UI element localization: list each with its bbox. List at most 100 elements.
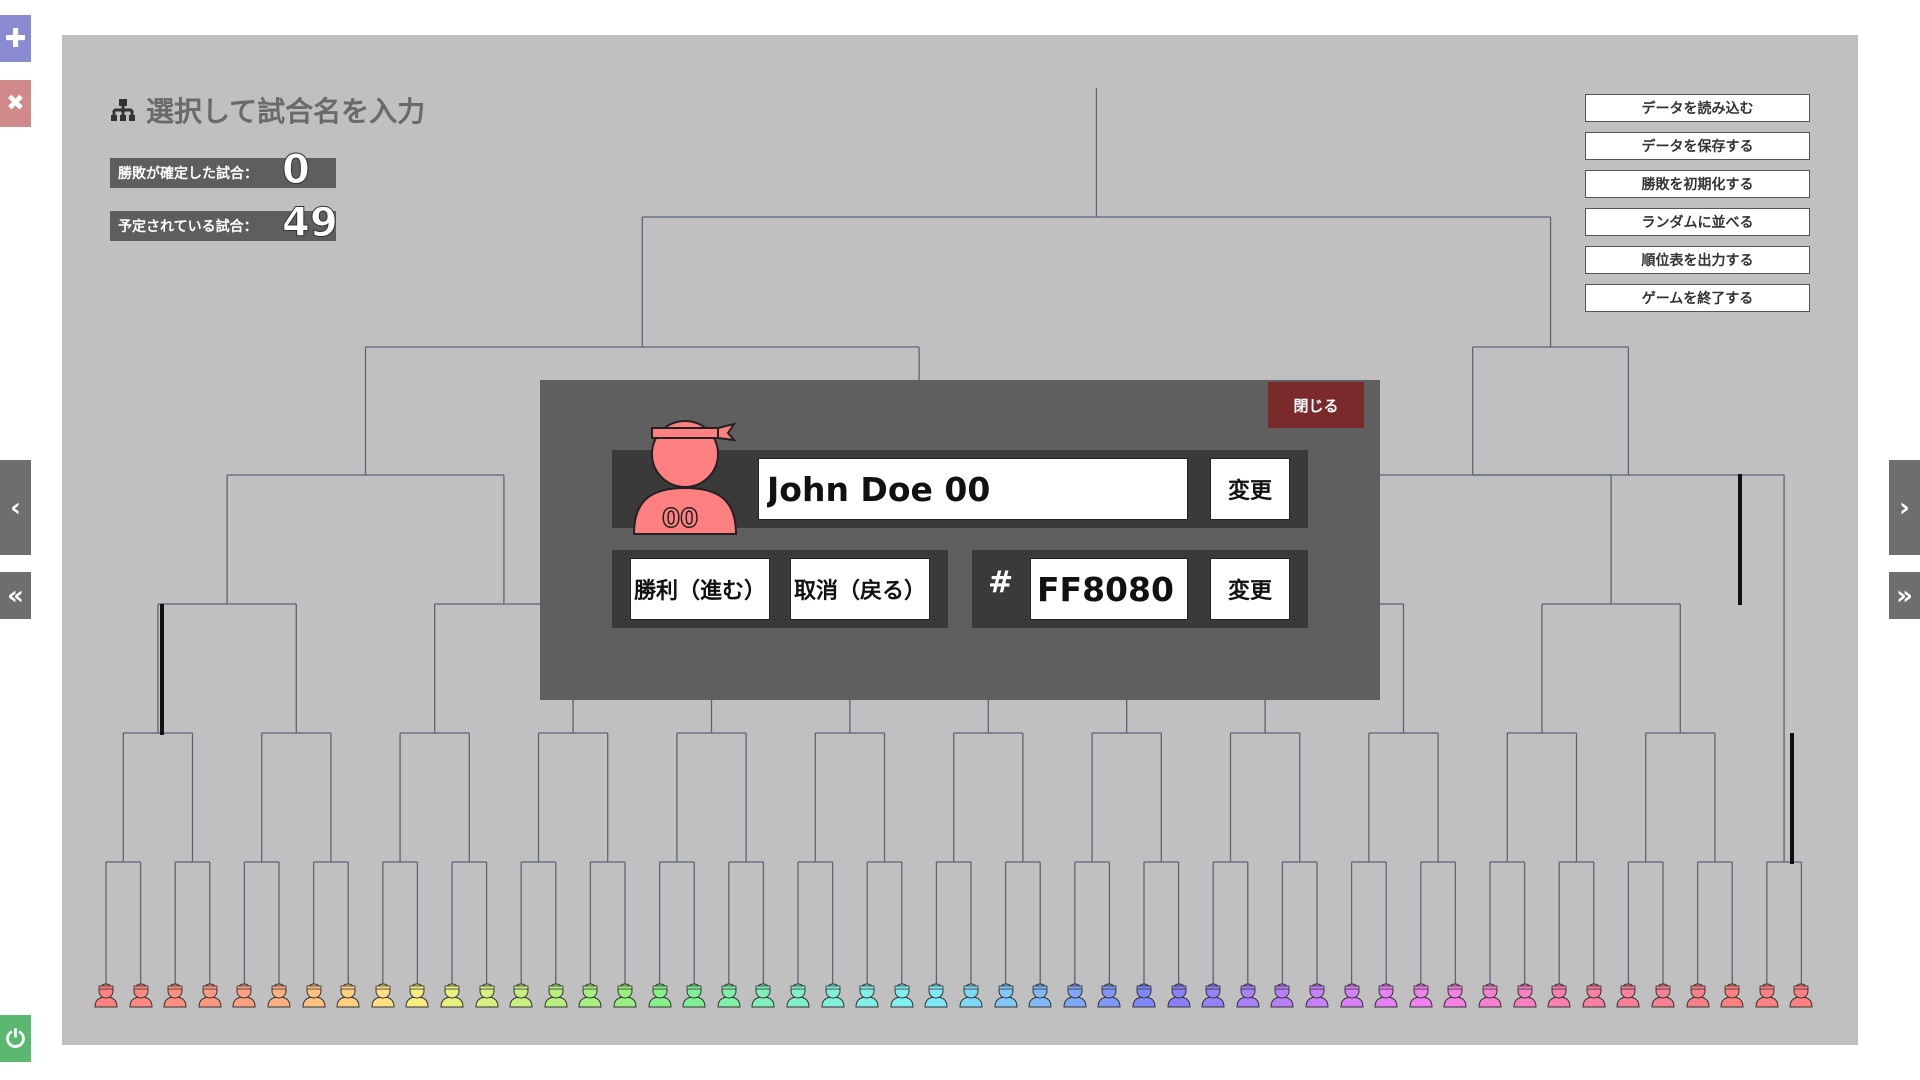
player-item[interactable]: [1789, 982, 1813, 1012]
player-item[interactable]: [648, 982, 672, 1012]
player-item[interactable]: [924, 982, 948, 1012]
ranking-button[interactable]: 順位表を出力する: [1585, 246, 1810, 274]
player-item[interactable]: [1513, 982, 1537, 1012]
player-item[interactable]: [336, 982, 360, 1012]
player-name-input[interactable]: [758, 458, 1188, 520]
player-item[interactable]: [1132, 982, 1156, 1012]
player-item[interactable]: [1097, 982, 1121, 1012]
reset-results-button[interactable]: 勝敗を初期化する: [1585, 170, 1810, 198]
close-button[interactable]: 閉じる: [1268, 382, 1364, 428]
player-item[interactable]: [1340, 982, 1364, 1012]
player-item[interactable]: [613, 982, 637, 1012]
player-item[interactable]: [855, 982, 879, 1012]
quit-game-button[interactable]: ゲームを終了する: [1585, 284, 1810, 312]
player-figure-icon: [336, 983, 360, 1008]
player-item[interactable]: [1270, 982, 1294, 1012]
player-figure-icon: [129, 983, 153, 1008]
player-item[interactable]: [751, 982, 775, 1012]
player-item[interactable]: [1720, 982, 1744, 1012]
player-item[interactable]: [717, 982, 741, 1012]
player-item[interactable]: [821, 982, 845, 1012]
scheduled-value: 49: [282, 200, 339, 246]
color-input[interactable]: [1030, 558, 1188, 620]
player-item[interactable]: [1443, 982, 1467, 1012]
player-figure-icon: [613, 983, 637, 1008]
match-title[interactable]: 選択して試合名を入力: [110, 90, 425, 130]
player-figure-icon: [1374, 983, 1398, 1008]
player-item[interactable]: [302, 982, 326, 1012]
hash-label: #: [988, 565, 1014, 600]
player-figure-icon: [1167, 983, 1191, 1008]
player-figure-icon: [1513, 983, 1537, 1008]
player-item[interactable]: [1478, 982, 1502, 1012]
player-figure-icon: [1340, 983, 1364, 1008]
player-item[interactable]: [1374, 982, 1398, 1012]
player-item[interactable]: [129, 982, 153, 1012]
player-figure-icon: [1789, 983, 1813, 1008]
player-item[interactable]: [959, 982, 983, 1012]
player-figure-icon: [1547, 983, 1571, 1008]
player-figure-icon: [1201, 983, 1225, 1008]
player-figure-icon: [648, 983, 672, 1008]
player-item[interactable]: [1582, 982, 1606, 1012]
player-figure-icon: [855, 983, 879, 1008]
player-figure-icon: [1616, 983, 1640, 1008]
player-item[interactable]: [1651, 982, 1675, 1012]
undo-button[interactable]: 取消（戻る）: [790, 558, 930, 620]
player-item[interactable]: [1236, 982, 1260, 1012]
confirmed-matches-stat: 勝敗が確定した試合： 0: [110, 150, 336, 191]
player-item[interactable]: [578, 982, 602, 1012]
change-color-button[interactable]: 変更: [1210, 558, 1290, 620]
player-figure-icon: [682, 983, 706, 1008]
player-item[interactable]: [163, 982, 187, 1012]
change-name-button[interactable]: 変更: [1210, 458, 1290, 520]
player-figure-icon: [1097, 983, 1121, 1008]
player-item[interactable]: [440, 982, 464, 1012]
scheduled-matches-stat: 予定されている試合： 49: [110, 203, 338, 244]
load-data-button[interactable]: データを読み込む: [1585, 94, 1810, 122]
player-item[interactable]: [786, 982, 810, 1012]
win-button[interactable]: 勝利（進む）: [630, 558, 770, 620]
player-item[interactable]: [544, 982, 568, 1012]
player-item[interactable]: [1028, 982, 1052, 1012]
player-item[interactable]: [1167, 982, 1191, 1012]
player-figure-icon: [994, 983, 1018, 1008]
player-item[interactable]: [1409, 982, 1433, 1012]
player-item[interactable]: [267, 982, 291, 1012]
player-item[interactable]: [1305, 982, 1329, 1012]
player-item[interactable]: [682, 982, 706, 1012]
player-figure-icon: [1651, 983, 1675, 1008]
player-item[interactable]: [1755, 982, 1779, 1012]
bracket-icon: [111, 99, 135, 121]
player-figure-icon: [267, 983, 291, 1008]
player-item[interactable]: [1616, 982, 1640, 1012]
player-item[interactable]: [232, 982, 256, 1012]
player-item[interactable]: [405, 982, 429, 1012]
save-data-button[interactable]: データを保存する: [1585, 132, 1810, 160]
player-figure-icon: [1236, 983, 1260, 1008]
player-item[interactable]: [1547, 982, 1571, 1012]
shuffle-button[interactable]: ランダムに並べる: [1585, 208, 1810, 236]
player-figure-icon: [475, 983, 499, 1008]
player-item[interactable]: [1686, 982, 1710, 1012]
player-item[interactable]: [1063, 982, 1087, 1012]
player-figure-icon: [578, 983, 602, 1008]
player-figure-icon: [1063, 983, 1087, 1008]
player-figure-icon: [1443, 983, 1467, 1008]
player-figure-icon: [1409, 983, 1433, 1008]
player-item[interactable]: [509, 982, 533, 1012]
player-item[interactable]: [1201, 982, 1225, 1012]
player-figure-icon: [1755, 983, 1779, 1008]
confirmed-label: 勝敗が確定した試合：: [118, 166, 258, 182]
player-item[interactable]: [371, 982, 395, 1012]
player-figure-icon: [371, 983, 395, 1008]
player-figure-icon: [924, 983, 948, 1008]
player-item[interactable]: [198, 982, 222, 1012]
player-item[interactable]: [475, 982, 499, 1012]
player-figure-icon: [94, 983, 118, 1008]
player-figure-icon: [890, 983, 914, 1008]
player-item[interactable]: [890, 982, 914, 1012]
player-item[interactable]: [94, 982, 118, 1012]
player-item[interactable]: [994, 982, 1018, 1012]
scheduled-label: 予定されている試合：: [118, 219, 258, 235]
